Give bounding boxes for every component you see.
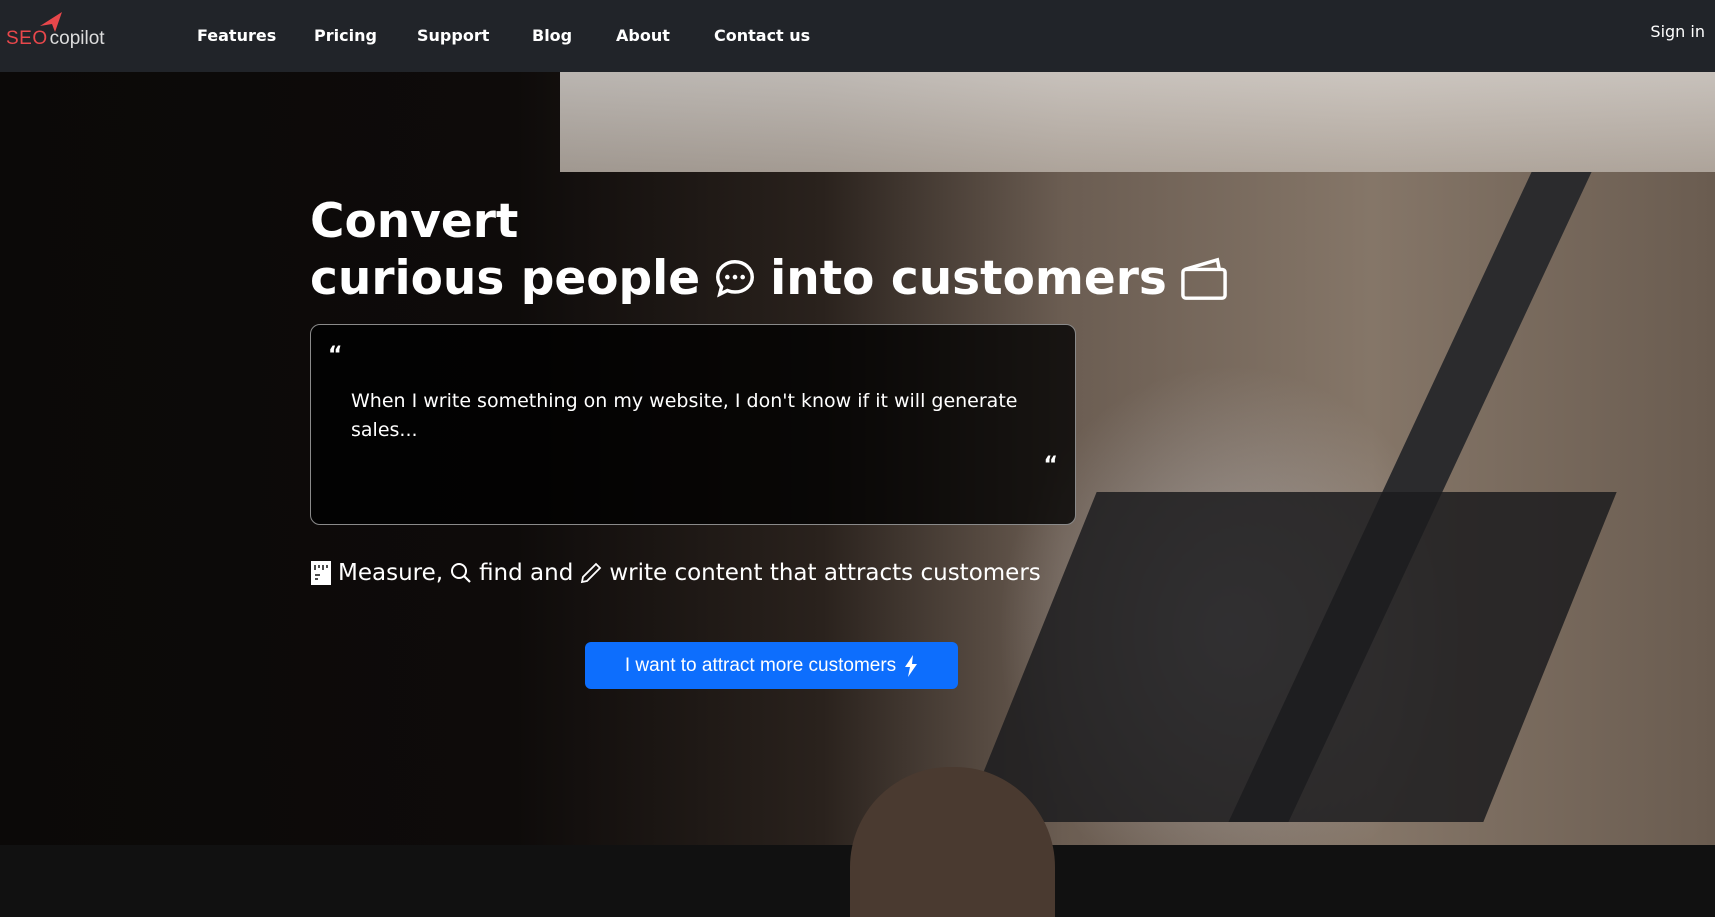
tag-find: find and (479, 560, 574, 586)
quote-text: When I write something on my website, I … (351, 390, 1018, 441)
nav-about[interactable]: About (616, 26, 670, 45)
navbar: SEO copilot Features Pricing Support Blo… (0, 0, 1715, 72)
cta-button[interactable]: I want to attract more customers (585, 642, 958, 689)
hero-title: Convert curious people into customers (310, 193, 1229, 307)
search-icon (451, 563, 471, 583)
title-line2: curious people into customers (310, 250, 1229, 307)
cta-label: I want to attract more customers (624, 654, 897, 676)
ruler-icon (311, 561, 331, 585)
nav-support[interactable]: Support (417, 26, 489, 45)
quote-open-icon: “ (328, 343, 343, 368)
background-laptop (963, 492, 1617, 822)
lightning-icon (905, 654, 918, 677)
logo[interactable]: SEO copilot (6, 12, 105, 50)
title-part2: into customers (770, 251, 1167, 306)
sign-in-link[interactable]: Sign in (1650, 22, 1705, 41)
nav-contact[interactable]: Contact us (714, 26, 810, 45)
testimonial-quote: “ When I write something on my website, … (310, 324, 1076, 525)
nav-blog[interactable]: Blog (532, 26, 572, 45)
tagline: Measure, find and write content that att… (310, 560, 1041, 586)
wallet-icon (1181, 257, 1227, 300)
quote-close-icon: “ (1043, 453, 1058, 478)
title-line1: Convert (310, 194, 519, 249)
nav-features[interactable]: Features (197, 26, 276, 45)
chat-dots-icon (716, 259, 755, 298)
tag-write: write content that attracts customers (609, 560, 1041, 586)
pencil-icon (581, 562, 602, 584)
background-wall (560, 72, 1715, 172)
tag-measure: Measure, (338, 560, 444, 586)
rocket-arrow-icon (40, 12, 62, 32)
title-part1: curious people (310, 251, 701, 306)
nav-pricing[interactable]: Pricing (314, 26, 377, 45)
